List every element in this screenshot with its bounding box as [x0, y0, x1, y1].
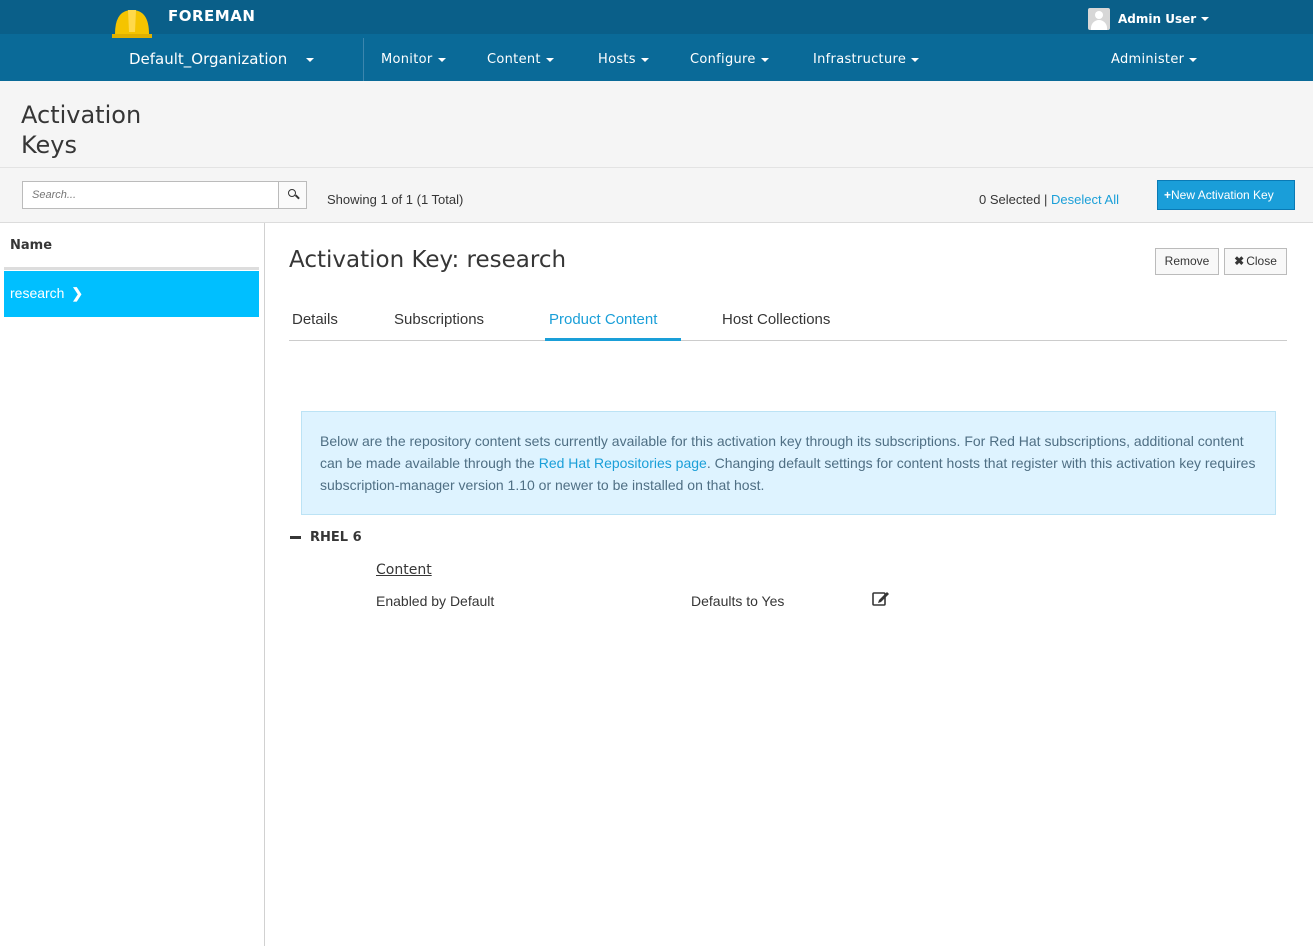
page-title: Activation Keys [21, 101, 142, 159]
nav-hosts[interactable]: Hosts [598, 52, 649, 67]
tab-subscriptions[interactable]: Subscriptions [394, 311, 484, 328]
chevron-down-icon [545, 57, 554, 62]
chevron-down-icon [305, 57, 314, 62]
nav-configure[interactable]: Configure [690, 52, 769, 67]
nav-infrastructure[interactable]: Infrastructure [813, 52, 920, 67]
active-tab-indicator [545, 338, 681, 341]
minus-icon [290, 536, 301, 539]
tab-product-content[interactable]: Product Content [549, 311, 657, 328]
content-link[interactable]: Content [376, 562, 432, 578]
page-header [0, 81, 1313, 168]
search-button[interactable] [278, 181, 307, 209]
list-item-label: research [10, 285, 65, 301]
helmet-logo-icon[interactable] [110, 4, 154, 44]
tab-host-collections[interactable]: Host Collections [722, 311, 830, 328]
deselect-all-link[interactable]: Deselect All [1051, 192, 1119, 207]
close-x-icon: ✖ [1234, 254, 1245, 268]
red-hat-repositories-link[interactable]: Red Hat Repositories page [539, 455, 707, 471]
detail-title: Activation Key: research [289, 247, 567, 273]
product-name: RHEL 6 [310, 530, 362, 545]
list-panel [0, 223, 265, 946]
user-menu[interactable]: Admin User [1088, 8, 1210, 30]
user-menu-label: Admin User [1118, 12, 1197, 26]
tabs-divider [289, 340, 1287, 341]
nav-monitor[interactable]: Monitor [381, 52, 446, 67]
new-activation-key-button[interactable]: +New Activation Key [1157, 180, 1295, 210]
remove-button[interactable]: Remove [1155, 248, 1219, 275]
chevron-down-icon [1201, 17, 1210, 21]
nav-divider [363, 38, 364, 81]
info-alert: Below are the repository content sets cu… [301, 411, 1276, 515]
edit-icon[interactable] [872, 590, 890, 606]
chevron-down-icon [911, 57, 920, 62]
chevron-down-icon [640, 57, 649, 62]
name-column-header[interactable]: Name [10, 238, 52, 253]
enabled-by-default-value: Defaults to Yes [691, 593, 785, 609]
chevron-down-icon [1189, 57, 1198, 62]
organization-label: Default_Organization [129, 50, 288, 68]
nav-administer[interactable]: Administer [1111, 52, 1198, 67]
plus-icon: + [1164, 188, 1172, 202]
chevron-down-icon [760, 57, 769, 62]
user-avatar-icon [1088, 8, 1110, 30]
results-count: Showing 1 of 1 (1 Total) [327, 192, 464, 207]
search-input[interactable] [22, 181, 279, 209]
brand-name[interactable]: FOREMAN [168, 7, 255, 25]
list-item[interactable]: research ❯ [4, 271, 259, 317]
chevron-down-icon [437, 57, 446, 62]
chevron-right-icon: ❯ [71, 285, 84, 301]
column-header-divider [4, 267, 259, 270]
selected-count: 0 Selected | [979, 192, 1048, 207]
close-button[interactable]: ✖ Close [1224, 248, 1287, 275]
enabled-by-default-label: Enabled by Default [376, 593, 495, 609]
selection-status: 0 Selected | Deselect All [979, 192, 1119, 207]
nav-content[interactable]: Content [487, 52, 554, 67]
organization-switcher[interactable]: Default_Organization [129, 50, 314, 68]
tab-details[interactable]: Details [292, 311, 338, 328]
product-collapse-toggle[interactable]: RHEL 6 [290, 530, 362, 545]
